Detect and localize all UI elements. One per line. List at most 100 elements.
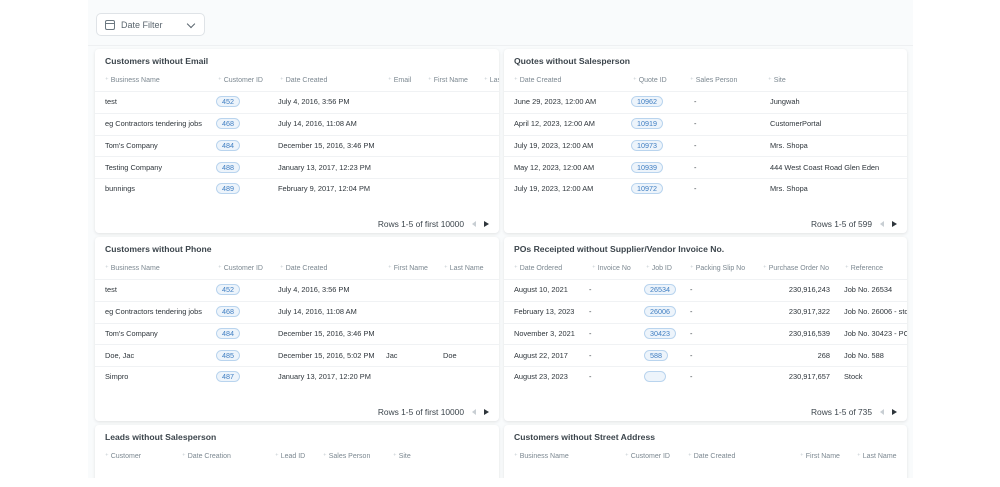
- cell-customer-id[interactable]: 452: [216, 284, 240, 295]
- column-header-date-created[interactable]: Date Created: [514, 76, 562, 84]
- pagination: Rows 1-5 of first 10000: [378, 219, 489, 229]
- cell-date-created: February 9, 2017, 12:04 PM: [278, 184, 371, 193]
- cell-business-name: test: [105, 97, 117, 106]
- column-header-customer-id[interactable]: Customer ID: [218, 264, 263, 272]
- previous-page-icon[interactable]: [880, 221, 884, 227]
- column-header-last-name[interactable]: Last Name: [857, 452, 897, 460]
- next-page-icon[interactable]: [892, 409, 897, 415]
- dashboard-canvas: Date Filter Customers without Email Busi…: [88, 0, 913, 478]
- row-count-label: Rows 1-5 of first 10000: [377, 219, 464, 229]
- column-header-site[interactable]: Site: [768, 76, 786, 84]
- column-header-business-name[interactable]: Business Name: [514, 452, 569, 460]
- cell-quote-id[interactable]: 10973: [631, 140, 663, 151]
- column-header-email[interactable]: Email: [388, 76, 412, 84]
- cell-customer-id[interactable]: 488: [216, 162, 240, 173]
- column-header-business-name[interactable]: Business Name: [105, 76, 160, 84]
- cell-site: Jungwah: [770, 97, 800, 106]
- column-header-first-name[interactable]: First Name: [800, 452, 840, 460]
- column-header-first-name[interactable]: First Name: [428, 76, 468, 84]
- column-header-first-name[interactable]: First Name: [388, 264, 428, 272]
- cell-business-name: Simpro: [105, 372, 129, 381]
- filter-bar: Date Filter: [88, 10, 913, 46]
- card-title[interactable]: Quotes without Salesperson: [514, 56, 630, 66]
- cell-date-created: July 4, 2016, 3:56 PM: [278, 97, 350, 106]
- pagination: Rows 1-5 of 735: [811, 407, 897, 417]
- previous-page-icon[interactable]: [472, 221, 476, 227]
- cell-job-id[interactable]: 26534: [644, 284, 676, 295]
- cell-purchase-order-no: 230,917,657: [788, 372, 830, 381]
- previous-page-icon[interactable]: [472, 409, 476, 415]
- column-header-invoice-no[interactable]: Invoice No: [592, 264, 631, 272]
- cell-customer-id[interactable]: 487: [216, 371, 240, 382]
- cell-quote-id[interactable]: 10972: [631, 183, 663, 194]
- column-header-last-name[interactable]: Las: [484, 76, 499, 84]
- cell-date-ordered: February 13, 2023: [514, 307, 575, 316]
- cell-quote-id[interactable]: 10939: [631, 162, 663, 173]
- column-header-quote-id[interactable]: Quote ID: [633, 76, 667, 84]
- card-title[interactable]: Customers without Phone: [105, 244, 211, 254]
- cell-job-id[interactable]: 26006: [644, 306, 676, 317]
- cell-reference: Job No. 30423 - PO: [844, 329, 907, 338]
- cell-quote-id[interactable]: 10919: [631, 118, 663, 129]
- column-header-date-creation[interactable]: Date Creation: [182, 452, 231, 460]
- column-header-date-created[interactable]: Date Created: [280, 76, 328, 84]
- date-filter-dropdown[interactable]: Date Filter: [96, 13, 205, 36]
- cell-reference: Job No. 26534: [844, 285, 893, 294]
- pagination: Rows 1-5 of 599: [811, 219, 897, 229]
- cell-quote-id[interactable]: 10962: [631, 96, 663, 107]
- cell-customer-id[interactable]: 484: [216, 140, 240, 151]
- column-header-sales-person[interactable]: Sales Person: [323, 452, 371, 460]
- cell-date-ordered: November 3, 2021: [514, 329, 575, 338]
- cell-packing-slip-no: -: [690, 351, 693, 360]
- next-page-icon[interactable]: [484, 221, 489, 227]
- chevron-down-icon: [186, 19, 196, 29]
- cell-job-id[interactable]: 30423: [644, 328, 676, 339]
- card-title[interactable]: POs Receipted without Supplier/Vendor In…: [514, 244, 724, 254]
- cell-date-created: December 15, 2016, 3:46 PM: [278, 329, 375, 338]
- cell-business-name: eg Contractors tendering jobs: [105, 119, 202, 128]
- column-header-last-name[interactable]: Last Name: [444, 264, 484, 272]
- cell-date-created: January 13, 2017, 12:23 PM: [278, 163, 371, 172]
- column-header-date-ordered[interactable]: Date Ordered: [514, 264, 562, 272]
- column-header-business-name[interactable]: Business Name: [105, 264, 160, 272]
- calendar-icon: [105, 19, 115, 30]
- card-title[interactable]: Customers without Street Address: [514, 432, 655, 442]
- cell-business-name: Testing Company: [105, 163, 163, 172]
- cell-customer-id[interactable]: 452: [216, 96, 240, 107]
- cell-business-name: bunnings: [105, 184, 135, 193]
- cell-customer-id[interactable]: 468: [216, 118, 240, 129]
- cell-customer-id[interactable]: 484: [216, 328, 240, 339]
- column-header-packing-slip-no[interactable]: Packing Slip No: [690, 264, 745, 272]
- cell-site: Mrs. Shopa: [770, 141, 808, 150]
- column-header-job-id[interactable]: Job ID: [646, 264, 672, 272]
- cell-customer-id[interactable]: 468: [216, 306, 240, 317]
- column-header-date-created[interactable]: Date Created: [688, 452, 736, 460]
- column-header-customer-id[interactable]: Customer ID: [625, 452, 670, 460]
- column-header-customer[interactable]: Customer: [105, 452, 141, 460]
- card-title[interactable]: Leads without Salesperson: [105, 432, 216, 442]
- cell-purchase-order-no: 230,916,539: [788, 329, 830, 338]
- cell-sales-person: -: [694, 141, 697, 150]
- cell-job-id[interactable]: 588: [644, 350, 668, 361]
- cell-customer-id[interactable]: 485: [216, 350, 240, 361]
- column-header-customer-id[interactable]: Customer ID: [218, 76, 263, 84]
- card-quotes-without-salesperson: Quotes without Salesperson Date Created …: [504, 49, 907, 233]
- column-header-purchase-order-no[interactable]: Purchase Order No: [763, 264, 829, 272]
- cell-date-ordered: August 10, 2021: [514, 285, 568, 294]
- next-page-icon[interactable]: [892, 221, 897, 227]
- date-filter-label: Date Filter: [121, 19, 163, 30]
- cell-business-name: Doe, Jac: [105, 351, 135, 360]
- column-header-lead-id[interactable]: Lead ID: [275, 452, 306, 460]
- row-count-label: Rows 1-5 of first 10000: [377, 407, 464, 417]
- column-header-date-created[interactable]: Date Created: [280, 264, 328, 272]
- next-page-icon[interactable]: [484, 409, 489, 415]
- cell-site: CustomerPortal: [770, 119, 822, 128]
- column-header-sales-person[interactable]: Sales Person: [690, 76, 738, 84]
- card-title[interactable]: Customers without Email: [105, 56, 208, 66]
- column-header-site[interactable]: Site: [393, 452, 411, 460]
- cell-date-created: April 12, 2023, 12:00 AM: [514, 119, 595, 128]
- previous-page-icon[interactable]: [880, 409, 884, 415]
- cell-job-id[interactable]: [644, 371, 666, 382]
- column-header-reference[interactable]: Reference: [845, 264, 883, 272]
- cell-customer-id[interactable]: 489: [216, 183, 240, 194]
